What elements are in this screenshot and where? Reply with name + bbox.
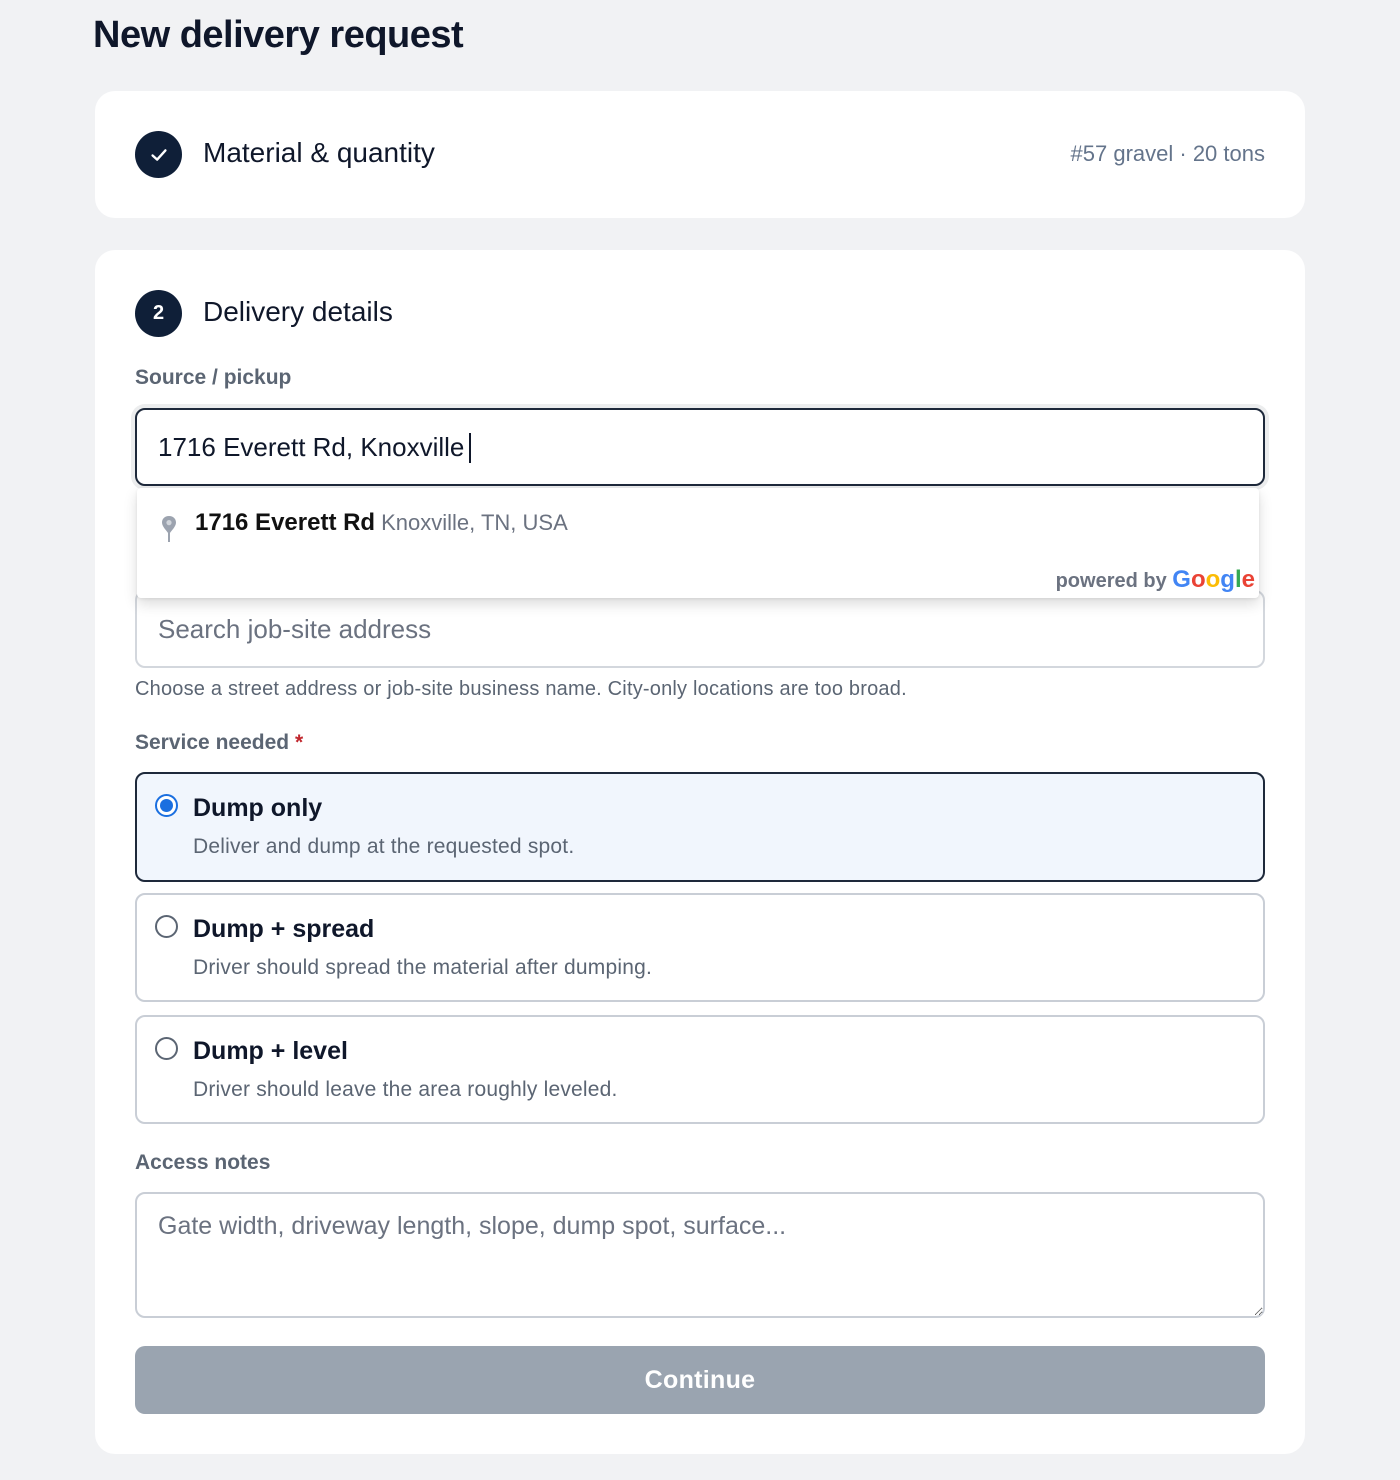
- step-number-badge: 2: [135, 290, 182, 337]
- access-notes-textarea[interactable]: [135, 1192, 1265, 1318]
- job-site-hint: Choose a street address or job-site busi…: [135, 678, 907, 700]
- option-title: Dump only: [193, 794, 323, 822]
- option-title: Dump + level: [193, 1037, 348, 1065]
- radio-dump-spread[interactable]: [155, 915, 178, 938]
- option-description: Driver should spread the material after …: [193, 956, 652, 979]
- source-input[interactable]: [135, 408, 1265, 486]
- google-logo: Google: [1172, 566, 1255, 593]
- step-material-card[interactable]: Material & quantity #57 gravel · 20 tons: [95, 91, 1305, 218]
- option-title: Dump + spread: [193, 915, 375, 943]
- option-description: Deliver and dump at the requested spot.: [193, 835, 575, 858]
- service-option-dump-level[interactable]: Dump + level Driver should leave the are…: [135, 1015, 1265, 1124]
- source-label: Source / pickup: [135, 366, 292, 389]
- continue-button[interactable]: Continue: [135, 1346, 1265, 1414]
- option-description: Driver should leave the area roughly lev…: [193, 1078, 618, 1101]
- job-site-input[interactable]: [135, 590, 1265, 668]
- step-title-delivery: Delivery details: [203, 296, 393, 327]
- service-option-dump-only[interactable]: Dump only Deliver and dump at the reques…: [135, 772, 1265, 882]
- autocomplete-dropdown: 1716 Everett Rd Knoxville, TN, USA power…: [137, 488, 1259, 598]
- step-complete-badge: [135, 131, 182, 178]
- text-caret: [469, 433, 471, 463]
- service-label-text: Service needed: [135, 731, 290, 754]
- step-title-material: Material & quantity: [203, 137, 435, 168]
- check-icon: [150, 148, 167, 161]
- suggestion-main-text: 1716 Everett Rd: [195, 509, 376, 536]
- radio-dump-level[interactable]: [155, 1037, 178, 1060]
- radio-dump-only[interactable]: [155, 794, 178, 817]
- powered-by-google: powered by Google: [1056, 566, 1255, 594]
- page-title: New delivery request: [93, 14, 464, 56]
- material-summary: #57 gravel · 20 tons: [1070, 141, 1265, 166]
- step-delivery-card: 2 Delivery details Source / pickup 1716 …: [95, 250, 1305, 1454]
- service-label: Service needed *: [135, 731, 303, 755]
- powered-by-text: powered by: [1055, 570, 1167, 592]
- suggestion-secondary-text: Knoxville, TN, USA: [381, 510, 568, 535]
- required-mark: *: [294, 731, 304, 754]
- map-pin-icon: [162, 516, 176, 542]
- service-option-dump-spread[interactable]: Dump + spread Driver should spread the m…: [135, 893, 1265, 1002]
- autocomplete-suggestion[interactable]: 1716 Everett Rd Knoxville, TN, USA: [137, 488, 1259, 558]
- access-notes-label: Access notes: [135, 1151, 271, 1174]
